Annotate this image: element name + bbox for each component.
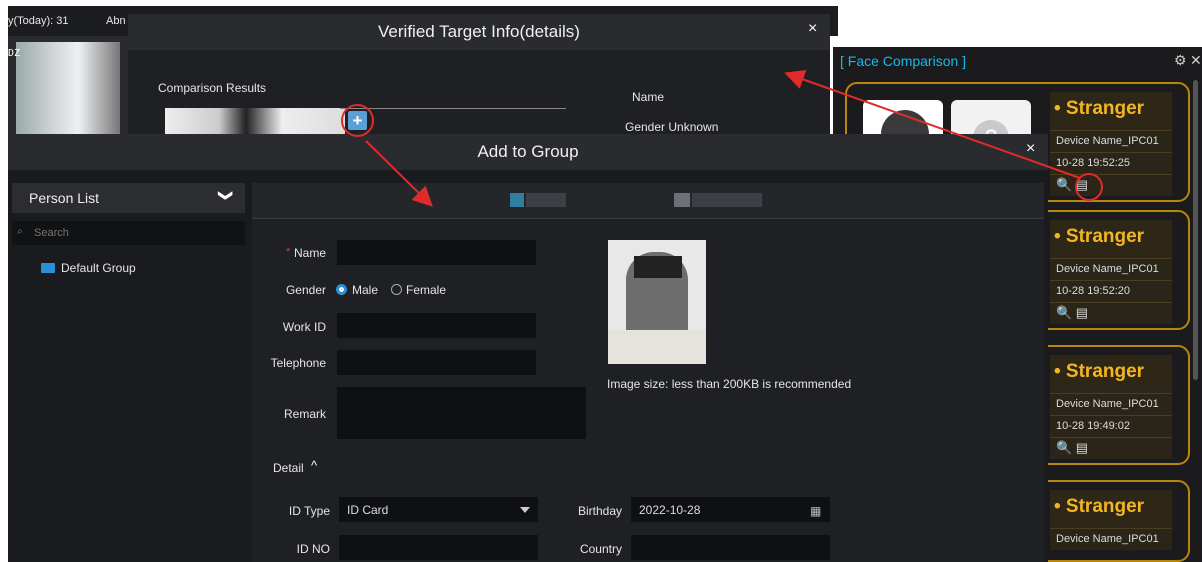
annotation-arrows bbox=[365, 69, 1081, 207]
